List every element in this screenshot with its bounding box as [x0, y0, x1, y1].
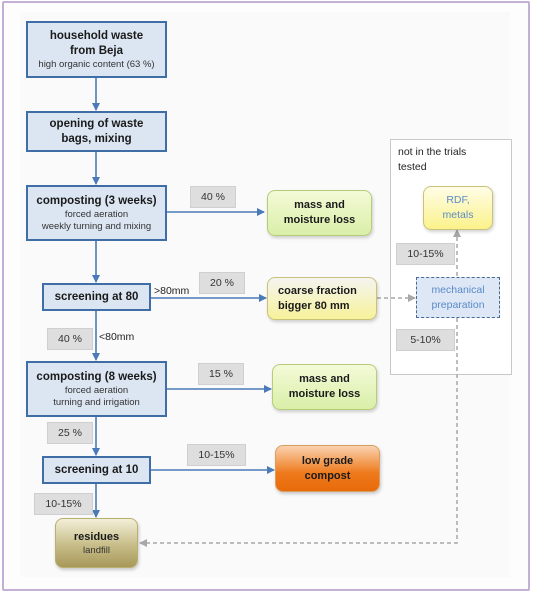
edge-label-over-80mm: >80mm: [154, 285, 190, 297]
pct-screening10-compost: 10-15%: [187, 444, 246, 466]
step-household-waste: household waste from Beja high organic c…: [26, 21, 167, 78]
pct-screening80-coarse: 20 %: [199, 272, 245, 294]
dashed-mech-to-residues: [139, 318, 458, 547]
step-opening-bags: opening of waste bags, mixing: [26, 111, 167, 152]
pct-composting3-loss: 40 %: [190, 186, 236, 208]
output-mass-moisture-loss-1: mass and moisture loss: [267, 190, 372, 236]
pct-mech-to-rdf: 10-15%: [396, 243, 455, 265]
pct-screening80-fine: 40 %: [47, 328, 93, 350]
pct-screening10-residues: 10-15%: [34, 493, 93, 515]
step-composting-3-weeks: composting (3 weeks) forced aeration wee…: [26, 185, 167, 241]
output-low-grade-compost: low grade compost: [275, 445, 380, 492]
step-screening-80: screening at 80: [42, 283, 151, 311]
step-composting-8-weeks: composting (8 weeks) forced aeration tur…: [26, 361, 167, 417]
pct-composting8-out: 25 %: [47, 422, 93, 444]
output-coarse-fraction: coarse fraction bigger 80 mm: [267, 277, 377, 320]
output-mass-moisture-loss-2: mass and moisture loss: [272, 364, 377, 410]
output-rdf-metals: RDF, metals: [423, 186, 493, 230]
step-screening-10: screening at 10: [42, 456, 151, 484]
pct-mech-to-residues: 5-10%: [396, 329, 455, 351]
output-mechanical-preparation: mechanical preparation: [416, 277, 500, 318]
edge-label-under-80mm: <80mm: [99, 331, 135, 343]
output-residues-landfill: residues landfill: [55, 518, 138, 568]
pct-composting8-loss: 15 %: [198, 363, 244, 385]
